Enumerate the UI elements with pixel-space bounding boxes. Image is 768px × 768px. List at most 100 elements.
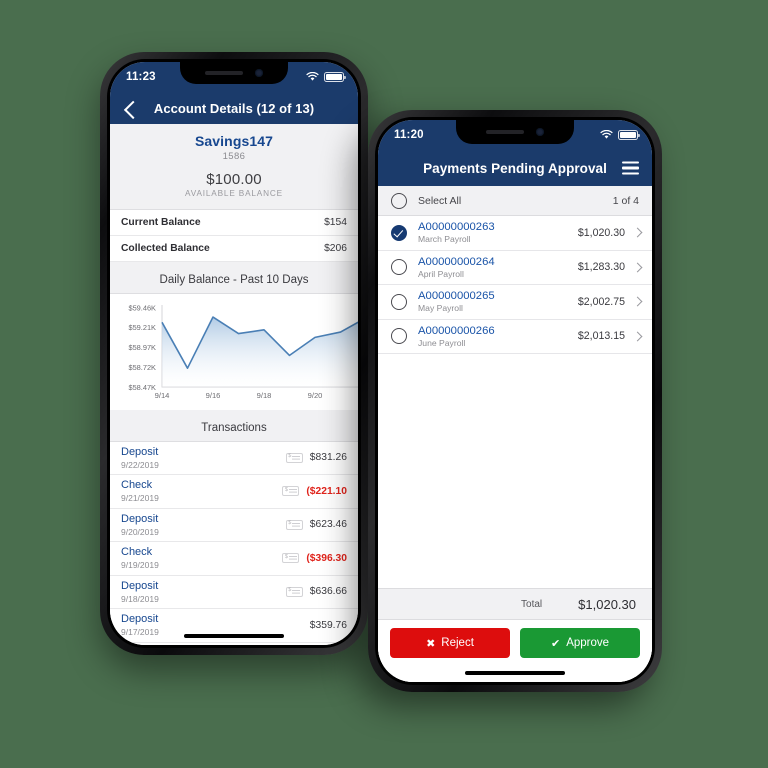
transaction-row[interactable]: Deposit9/20/2019 $623.46 xyxy=(110,509,358,542)
check-image-icon[interactable] xyxy=(282,553,300,564)
transaction-amount: $636.66 xyxy=(309,586,347,598)
approve-button[interactable]: ✔ Approve xyxy=(520,628,640,658)
transaction-amount-group: $636.66 xyxy=(285,586,347,598)
phone-right-bezel: 11:20 Payments Pending Approval Select A… xyxy=(375,117,655,685)
transaction-type: Check xyxy=(121,546,153,559)
transaction-amount-group: $831.26 xyxy=(285,452,347,463)
check-image-icon[interactable] xyxy=(282,486,300,497)
front-camera-icon xyxy=(536,128,544,136)
wifi-icon xyxy=(600,130,613,139)
status-time: 11:20 xyxy=(394,129,424,141)
check-image-icon[interactable] xyxy=(285,586,303,597)
reject-label: Reject xyxy=(441,637,474,649)
total-bar: Total $1,020.30 xyxy=(378,588,652,620)
transaction-row[interactable]: Check9/21/2019 ($221.10 xyxy=(110,475,358,509)
payment-id[interactable]: A00000000264 xyxy=(418,256,578,269)
payment-description: April Payroll xyxy=(418,268,464,279)
payment-row[interactable]: A00000000265 May Payroll $2,002.75 xyxy=(378,285,652,320)
payment-row[interactable]: A00000000264 April Payroll $1,283.30 xyxy=(378,250,652,285)
transaction-date: 9/18/2019 xyxy=(121,593,159,604)
list-empty-space xyxy=(378,354,652,588)
status-bar-right: 11:20 xyxy=(378,120,652,150)
notch xyxy=(456,120,574,144)
transaction-amount: $359.76 xyxy=(309,619,347,631)
checkmark-icon: ✔ xyxy=(550,637,561,650)
home-indicator xyxy=(184,634,284,638)
cross-icon: ✖ xyxy=(426,637,436,650)
transaction-info: Deposit 9/18/2019 xyxy=(121,580,286,604)
transaction-type: Deposit xyxy=(121,613,159,626)
payment-amount: $1,283.30 xyxy=(577,261,625,274)
speaker-grill xyxy=(205,71,243,75)
payment-row[interactable]: A00000000263 March Payroll $1,020.30 xyxy=(378,216,652,251)
payment-checkbox[interactable] xyxy=(391,328,407,345)
transaction-type: Deposit xyxy=(121,579,159,592)
payment-amount: $2,013.15 xyxy=(577,330,625,343)
transactions-header: Transactions xyxy=(110,409,358,442)
account-name[interactable]: Savings147 xyxy=(110,133,358,149)
payment-checkbox[interactable] xyxy=(391,259,407,276)
chart-y-tick-label: $58.97K xyxy=(128,343,156,352)
payment-description: June Payroll xyxy=(418,337,466,348)
transaction-date: 9/20/2019 xyxy=(121,526,159,537)
payment-checkbox[interactable] xyxy=(391,293,407,310)
daily-balance-area-chart: $58.47K $58.72K $58.97K $59.21K $59.46K 9/14 9… xyxy=(128,303,358,400)
balance-row-value: $206 xyxy=(324,242,347,254)
nav-bar-right: Payments Pending Approval xyxy=(378,150,652,186)
approve-label: Approve xyxy=(566,637,610,649)
chevron-right-icon[interactable] xyxy=(632,262,643,273)
phone-right-screen: 11:20 Payments Pending Approval Select A… xyxy=(378,120,652,682)
transaction-amount: $623.46 xyxy=(309,519,347,531)
balance-row: Collected Balance $206 xyxy=(110,235,358,262)
reject-button[interactable]: ✖ Reject xyxy=(390,628,510,658)
balance-row-label: Current Balance xyxy=(121,216,201,228)
selected-count: 1 of 4 xyxy=(612,194,639,207)
status-bar-left: 11:23 xyxy=(110,62,358,92)
chart-x-tick-label: 9/18 xyxy=(257,391,272,400)
balance-row: Current Balance $154 xyxy=(110,209,358,236)
transaction-row[interactable]: Deposit9/18/2019 $636.66 xyxy=(110,576,358,609)
home-indicator xyxy=(465,671,565,675)
hamburger-icon[interactable] xyxy=(622,161,639,175)
payment-info: A00000000264 April Payroll xyxy=(418,256,578,279)
transaction-date: 9/19/2019 xyxy=(121,560,159,571)
battery-icon xyxy=(618,130,640,140)
chart-x-tick-label: 9/16 xyxy=(206,391,221,400)
page-title: Payments Pending Approval xyxy=(423,160,607,176)
payments-list: A00000000263 March Payroll $1,020.30 A00000… xyxy=(378,216,652,354)
select-all-checkbox[interactable] xyxy=(391,192,407,209)
transaction-info: Deposit 9/20/2019 xyxy=(121,513,286,537)
transaction-amount: ($221.10 xyxy=(306,485,347,497)
phone-right-payments-approval: 11:20 Payments Pending Approval Select A… xyxy=(368,110,662,692)
chevron-right-icon[interactable] xyxy=(632,331,643,342)
transaction-amount-group: $359.76 xyxy=(310,620,347,631)
check-image-icon[interactable] xyxy=(285,519,303,530)
status-time: 11:23 xyxy=(126,71,156,83)
chevron-right-icon[interactable] xyxy=(632,296,643,307)
payment-checkbox-checked[interactable] xyxy=(391,224,407,241)
chart-x-tick-label: 9/20 xyxy=(308,391,323,400)
check-image-icon[interactable] xyxy=(285,452,303,463)
payment-id[interactable]: A00000000263 xyxy=(418,221,578,234)
phone-left-account-details: 11:23 Account Details (12 of 13) Savings… xyxy=(100,52,368,655)
select-all-row[interactable]: Select All 1 of 4 xyxy=(378,186,652,216)
payment-info: A00000000263 March Payroll xyxy=(418,221,578,244)
total-value: $1,020.30 xyxy=(578,596,636,612)
payment-row[interactable]: A00000000266 June Payroll $2,013.15 xyxy=(378,319,652,354)
transaction-info: Check 9/21/2019 xyxy=(121,479,282,503)
account-number: 1586 xyxy=(222,150,246,162)
transaction-row[interactable]: Check9/19/2019 ($396.30 xyxy=(110,542,358,576)
transaction-info: Deposit 9/22/2019 xyxy=(121,446,286,470)
total-label: Total xyxy=(521,598,543,610)
chevron-right-icon[interactable] xyxy=(632,227,643,238)
transaction-amount: ($396.30 xyxy=(306,552,347,564)
nav-bar-left: Account Details (12 of 13) xyxy=(110,92,358,124)
balance-row-value: $154 xyxy=(324,216,347,228)
transaction-row[interactable]: Deposit9/22/2019 $831.26 xyxy=(110,442,358,475)
payment-id[interactable]: A00000000266 xyxy=(418,325,578,338)
payment-id[interactable]: A00000000265 xyxy=(418,290,578,303)
notch xyxy=(180,62,288,84)
chart-y-tick-label: $58.47K xyxy=(128,383,156,392)
transaction-type: Check xyxy=(121,479,153,492)
payment-description: March Payroll xyxy=(418,234,471,245)
